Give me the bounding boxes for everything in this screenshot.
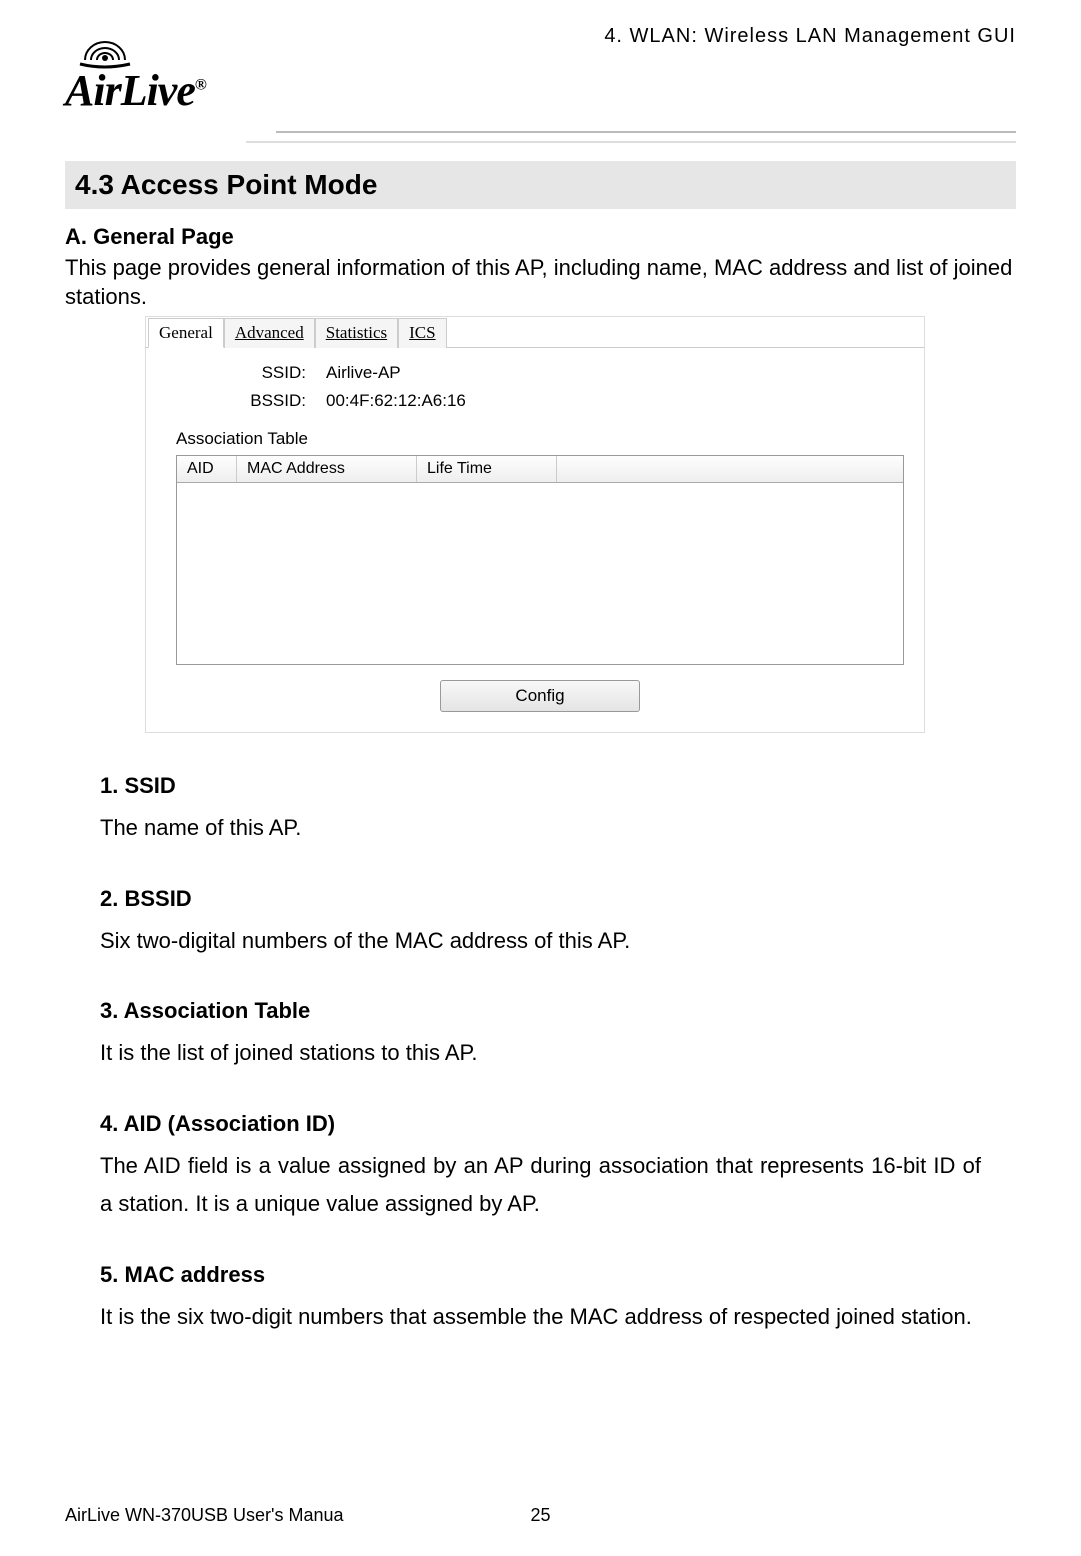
def-ssid: 1. SSID The name of this AP.	[100, 773, 981, 848]
subsection-a-body: This page provides general information o…	[65, 254, 1016, 311]
def-title: 2. BSSID	[100, 886, 981, 912]
ssid-label: SSID:	[176, 363, 326, 383]
bssid-label: BSSID:	[176, 391, 326, 411]
def-body: Six two-digital numbers of the MAC addre…	[100, 922, 981, 961]
def-body: It is the list of joined stations to thi…	[100, 1034, 981, 1073]
def-body: The AID field is a value assigned by an …	[100, 1147, 981, 1224]
def-mac-address: 5. MAC address It is the six two-digit n…	[100, 1262, 981, 1337]
def-body: It is the six two-digit numbers that ass…	[100, 1298, 981, 1337]
logo-registered: ®	[195, 76, 206, 93]
subsection-a-title: A. General Page	[65, 224, 1016, 250]
def-bssid: 2. BSSID Six two-digital numbers of the …	[100, 886, 981, 961]
def-title: 5. MAC address	[100, 1262, 981, 1288]
def-body: The name of this AP.	[100, 809, 981, 848]
logo-swirl-icon	[65, 20, 145, 70]
col-header-mac[interactable]: MAC Address	[237, 456, 417, 482]
col-header-life[interactable]: Life Time	[417, 456, 557, 482]
association-table-header: AID MAC Address Life Time	[177, 456, 903, 483]
header-divider	[65, 131, 1016, 161]
tab-advanced[interactable]: Advanced	[224, 318, 315, 348]
footer-left: AirLive WN-370USB User's Manua	[65, 1505, 344, 1526]
tab-statistics[interactable]: Statistics	[315, 318, 398, 348]
bssid-value: 00:4F:62:12:A6:16	[326, 391, 904, 411]
header-breadcrumb: 4. WLAN: Wireless LAN Management GUI	[604, 20, 1016, 48]
association-table-label: Association Table	[176, 429, 904, 449]
association-table: AID MAC Address Life Time	[176, 455, 904, 665]
ssid-value: Airlive-AP	[326, 363, 904, 383]
tabs-row: General Advanced Statistics ICS	[146, 317, 924, 348]
def-title: 1. SSID	[100, 773, 981, 799]
section-heading-bar: 4.3 Access Point Mode	[65, 161, 1016, 209]
general-page-screenshot: General Advanced Statistics ICS SSID: Ai…	[145, 316, 925, 733]
definitions-list: 1. SSID The name of this AP. 2. BSSID Si…	[65, 773, 1016, 1336]
section-title: 4.3 Access Point Mode	[75, 169, 1006, 201]
tab-ics[interactable]: ICS	[398, 318, 446, 348]
col-header-aid[interactable]: AID	[177, 456, 237, 482]
tab-general[interactable]: General	[148, 318, 224, 348]
def-title: 4. AID (Association ID)	[100, 1111, 981, 1137]
page-header: AirLive® 4. WLAN: Wireless LAN Managemen…	[65, 20, 1016, 116]
def-title: 3. Association Table	[100, 998, 981, 1024]
def-aid: 4. AID (Association ID) The AID field is…	[100, 1111, 981, 1224]
footer-page-number: 25	[530, 1505, 550, 1526]
def-association-table: 3. Association Table It is the list of j…	[100, 998, 981, 1073]
logo-text: AirLive	[65, 66, 195, 115]
logo: AirLive®	[65, 20, 206, 116]
config-button[interactable]: Config	[440, 680, 640, 712]
